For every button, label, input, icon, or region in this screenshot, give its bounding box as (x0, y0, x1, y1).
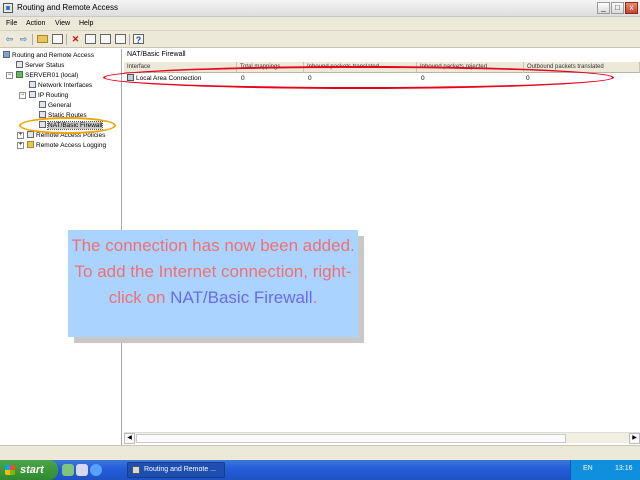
toolbar-separator (66, 34, 67, 45)
rras-icon (3, 51, 10, 58)
delete-icon[interactable]: ✕ (70, 34, 81, 44)
back-icon[interactable]: ⇦ (4, 34, 15, 44)
tree-item-ip-routing[interactable]: IP Routing (29, 91, 68, 100)
start-button[interactable]: start (0, 460, 58, 480)
collapse-server-toggle[interactable]: − (6, 72, 13, 79)
horizontal-scrollbar[interactable]: ◀ ▶ (124, 432, 640, 444)
scroll-left-icon[interactable]: ◀ (124, 433, 135, 444)
tutorial-callout: The connection has now been added. To ad… (68, 230, 358, 337)
tree-item-remote-access-logging[interactable]: Remote Access Logging (27, 141, 106, 150)
maximize-button[interactable]: □ (611, 2, 624, 14)
status-bar (0, 445, 640, 460)
language-indicator[interactable]: EN (583, 465, 593, 472)
show-desktop-icon[interactable] (62, 464, 74, 476)
network-interfaces-icon (29, 81, 36, 88)
general-icon (39, 101, 46, 108)
callout-text-end: . (312, 288, 318, 307)
menu-bar: File Action View Help (0, 17, 640, 31)
properties-icon[interactable] (85, 34, 96, 44)
rras-task-icon (132, 466, 140, 474)
tree-item-server[interactable]: SERVER01 (local) (16, 71, 78, 80)
server-status-icon (16, 61, 23, 68)
tree-item-server-status[interactable]: Server Status (16, 61, 64, 70)
scroll-right-icon[interactable]: ▶ (629, 433, 640, 444)
scroll-thumb[interactable] (136, 434, 566, 443)
taskbar-item-rras[interactable]: Routing and Remote ... (127, 462, 225, 478)
close-button[interactable]: x (625, 2, 638, 14)
menu-help[interactable]: Help (79, 20, 93, 27)
title-bar: Routing and Remote Access _ □ x (0, 0, 640, 17)
taskbar: start Routing and Remote ... EN 13:16 (0, 460, 640, 480)
export-list-icon[interactable] (115, 34, 126, 44)
up-folder-icon[interactable] (37, 35, 48, 43)
collapse-ip-routing-toggle[interactable]: − (19, 92, 26, 99)
internet-explorer-icon[interactable] (90, 464, 102, 476)
menu-file[interactable]: File (6, 20, 17, 27)
menu-view[interactable]: View (55, 20, 70, 27)
help-icon[interactable]: ? (133, 34, 144, 45)
menu-action[interactable]: Action (26, 20, 45, 27)
callout-highlight: NAT/Basic Firewall (170, 288, 313, 307)
toolbar: ⇦ ⇨ ✕ ? (0, 31, 640, 48)
ip-routing-icon (29, 91, 36, 98)
details-pane-title: NAT/Basic Firewall (127, 51, 186, 58)
row-highlight-ellipse (103, 66, 614, 89)
toolbar-separator (129, 34, 130, 45)
app-icon (3, 3, 13, 13)
show-hide-tree-icon[interactable] (52, 34, 63, 44)
tree-item-root[interactable]: Routing and Remote Access (3, 51, 94, 60)
expand-logging-toggle[interactable]: + (17, 142, 24, 149)
window-title: Routing and Remote Access (17, 3, 118, 12)
windows-logo-icon (5, 465, 15, 475)
clock: 13:16 (615, 465, 633, 472)
forward-icon[interactable]: ⇨ (18, 34, 29, 44)
tree-item-general[interactable]: General (39, 101, 71, 110)
toolbar-separator (32, 34, 33, 45)
explorer-icon[interactable] (76, 464, 88, 476)
minimize-button[interactable]: _ (597, 2, 610, 14)
expand-policies-toggle[interactable]: + (17, 132, 24, 139)
tree-highlight-ellipse (19, 117, 116, 134)
policies-icon (27, 131, 34, 138)
tree-item-network-interfaces[interactable]: Network Interfaces (29, 81, 92, 90)
refresh-icon[interactable] (100, 34, 111, 44)
folder-icon (27, 141, 34, 148)
system-tray: EN 13:16 (570, 460, 640, 480)
server-icon (16, 71, 23, 78)
